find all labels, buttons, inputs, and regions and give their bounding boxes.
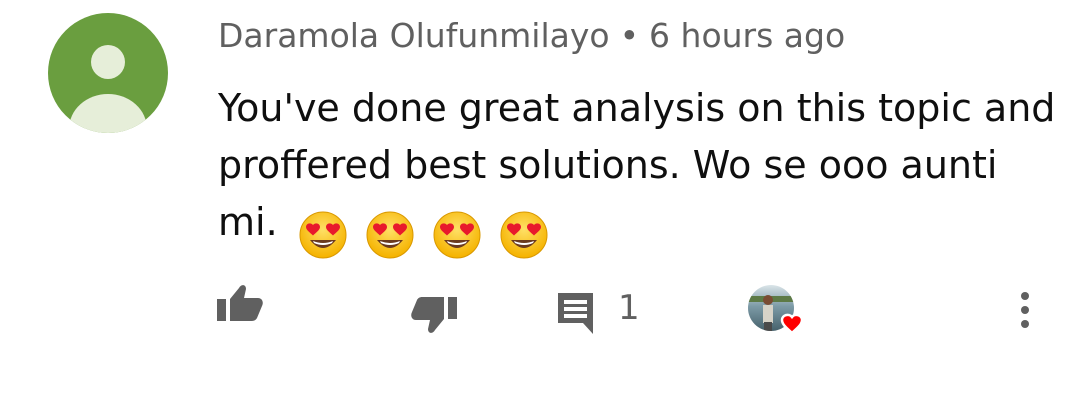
reply-button[interactable] <box>555 290 601 336</box>
thumbs-up-icon <box>217 285 263 321</box>
like-button[interactable] <box>214 280 266 328</box>
heart-eyes-emoji-icon <box>299 211 347 258</box>
more-options-icon <box>1021 292 1029 328</box>
heart-eyes-emoji-icon <box>433 211 481 258</box>
heart-eyes-emoji-icon <box>500 211 548 258</box>
author-name[interactable]: Daramola Olufunmilayo <box>218 16 610 55</box>
reply-icon <box>558 293 593 334</box>
emoji-group <box>298 204 554 261</box>
creator-heart <box>746 284 810 344</box>
comment-time[interactable]: 6 hours ago <box>649 16 845 55</box>
header-separator: • <box>619 16 640 55</box>
default-avatar-icon <box>48 13 168 133</box>
more-options-button[interactable] <box>1011 288 1039 332</box>
creator-heart-icon <box>748 285 804 335</box>
comment-header: Daramola Olufunmilayo • 6 hours ago <box>218 14 845 58</box>
dislike-button[interactable] <box>408 290 460 338</box>
thumbs-down-icon <box>411 297 457 333</box>
comment-body: You've done great analysis on this topic… <box>218 80 1058 261</box>
reply-count[interactable]: 1 <box>618 288 640 328</box>
author-avatar[interactable] <box>48 13 168 133</box>
heart-eyes-emoji-icon <box>366 211 414 258</box>
